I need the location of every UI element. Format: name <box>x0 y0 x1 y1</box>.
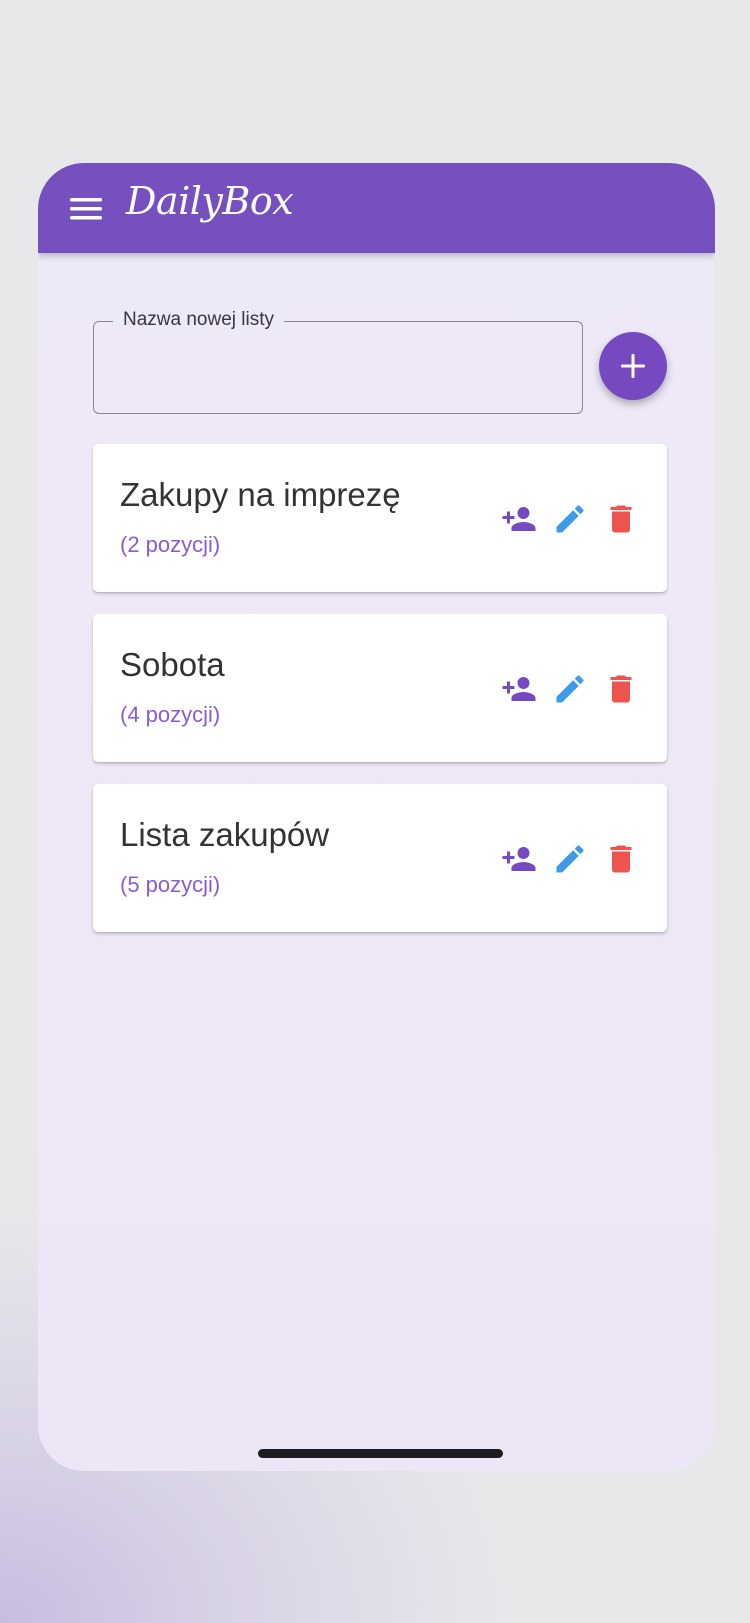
pencil-icon <box>556 505 584 533</box>
hamburger-menu-icon <box>70 198 102 220</box>
person-add-icon <box>502 507 536 531</box>
new-list-label: Nazwa nowej listy <box>113 308 284 332</box>
phone-screen: DailyBox Nazwa nowej listy Zakupy na imp… <box>38 163 715 1471</box>
delete-list-button[interactable] <box>603 501 639 537</box>
list-title: Lista zakupów <box>120 816 330 853</box>
trash-icon <box>610 845 632 873</box>
list-card[interactable]: Sobota (4 pozycji) <box>93 614 667 762</box>
edit-list-button[interactable] <box>552 671 588 707</box>
list-card[interactable]: Lista zakupów (5 pozycji) <box>93 784 667 932</box>
trash-icon <box>610 675 632 703</box>
menu-button[interactable] <box>68 191 104 227</box>
plus-icon <box>621 354 645 378</box>
pencil-icon <box>556 675 584 703</box>
new-list-input[interactable] <box>111 349 565 391</box>
list-item-count: (2 pozycji) <box>120 532 221 557</box>
share-list-button[interactable] <box>501 841 537 877</box>
delete-list-button[interactable] <box>603 671 639 707</box>
list-title: Sobota <box>120 646 225 683</box>
list-title: Zakupy na imprezę <box>120 476 401 513</box>
person-add-icon <box>502 677 536 701</box>
trash-icon <box>610 505 632 533</box>
delete-list-button[interactable] <box>603 841 639 877</box>
new-list-field[interactable]: Nazwa nowej listy <box>93 308 585 416</box>
share-list-button[interactable] <box>501 671 537 707</box>
person-add-icon <box>502 847 536 871</box>
share-list-button[interactable] <box>501 501 537 537</box>
list-item-count: (4 pozycji) <box>120 702 221 727</box>
list-card[interactable]: Zakupy na imprezę (2 pozycji) <box>93 444 667 592</box>
app-logo: DailyBox <box>126 179 294 223</box>
app-bar: DailyBox <box>38 163 715 253</box>
list-item-count: (5 pozycji) <box>120 872 221 897</box>
pencil-icon <box>556 845 584 873</box>
add-list-button[interactable] <box>599 332 667 400</box>
edit-list-button[interactable] <box>552 501 588 537</box>
home-indicator[interactable] <box>258 1449 503 1458</box>
edit-list-button[interactable] <box>552 841 588 877</box>
